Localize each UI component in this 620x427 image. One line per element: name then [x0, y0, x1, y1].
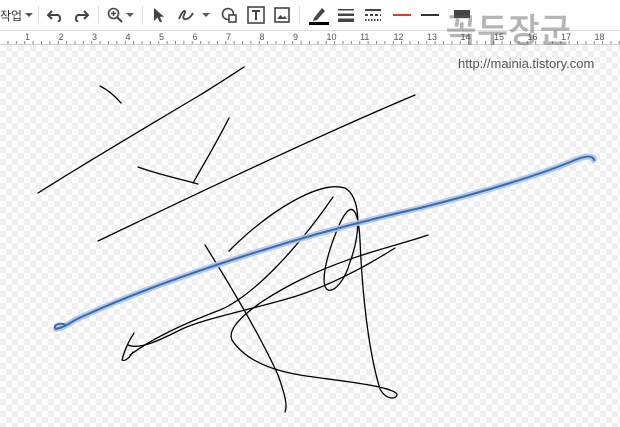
textbox-icon[interactable] [246, 4, 266, 26]
shape-icon[interactable] [219, 4, 239, 26]
undo-icon[interactable] [44, 4, 66, 26]
ruler-number: 3 [92, 32, 98, 42]
drawing-strokes [37, 66, 597, 413]
line-tool-chevron-icon[interactable] [201, 4, 211, 26]
watermark-title: 꼭두장군 [446, 11, 572, 50]
ruler-number: 11 [360, 32, 370, 42]
ruler-number: 8 [259, 32, 265, 42]
line-color-icon[interactable] [307, 4, 331, 26]
actions-menu[interactable]: 작업 [0, 7, 22, 24]
ruler-number: 6 [192, 32, 198, 42]
ruler-number: 18 [594, 32, 605, 42]
drawing-canvas[interactable] [0, 45, 620, 427]
watermark-url: http://mainia.tistory.com [458, 56, 595, 71]
ruler-number: 2 [58, 32, 64, 42]
ruler-number: 13 [427, 32, 438, 42]
ruler-number: 7 [226, 32, 232, 42]
toolbar-divider [142, 6, 143, 25]
ruler-number: 9 [293, 32, 299, 42]
line-tool-icon[interactable] [176, 4, 196, 26]
ruler-number: 1 [25, 32, 31, 42]
chevron-down-icon[interactable] [24, 4, 34, 26]
ink-stroke [228, 186, 429, 399]
toolbar-divider [38, 6, 39, 25]
toolbar-divider [98, 6, 99, 25]
ruler-number: 10 [326, 32, 337, 42]
image-icon[interactable] [272, 4, 292, 26]
redo-icon[interactable] [70, 4, 92, 26]
ink-stroke [192, 117, 230, 184]
line-start-icon[interactable] [390, 4, 414, 26]
zoom-chevron-icon[interactable] [125, 4, 135, 26]
ruler-number: 4 [125, 32, 131, 42]
selected-stroke [55, 155, 595, 330]
line-dash-icon[interactable] [362, 4, 384, 26]
ink-stroke [99, 85, 122, 104]
zoom-icon[interactable] [106, 4, 124, 26]
ruler-number: 5 [159, 32, 165, 42]
ruler-number: 12 [393, 32, 404, 42]
line-end-icon[interactable] [418, 4, 442, 26]
toolbar-divider [299, 6, 300, 25]
line-weight-icon[interactable] [335, 4, 357, 26]
select-icon[interactable] [150, 4, 168, 26]
ink-stroke [37, 66, 245, 194]
ink-stroke [137, 166, 199, 185]
